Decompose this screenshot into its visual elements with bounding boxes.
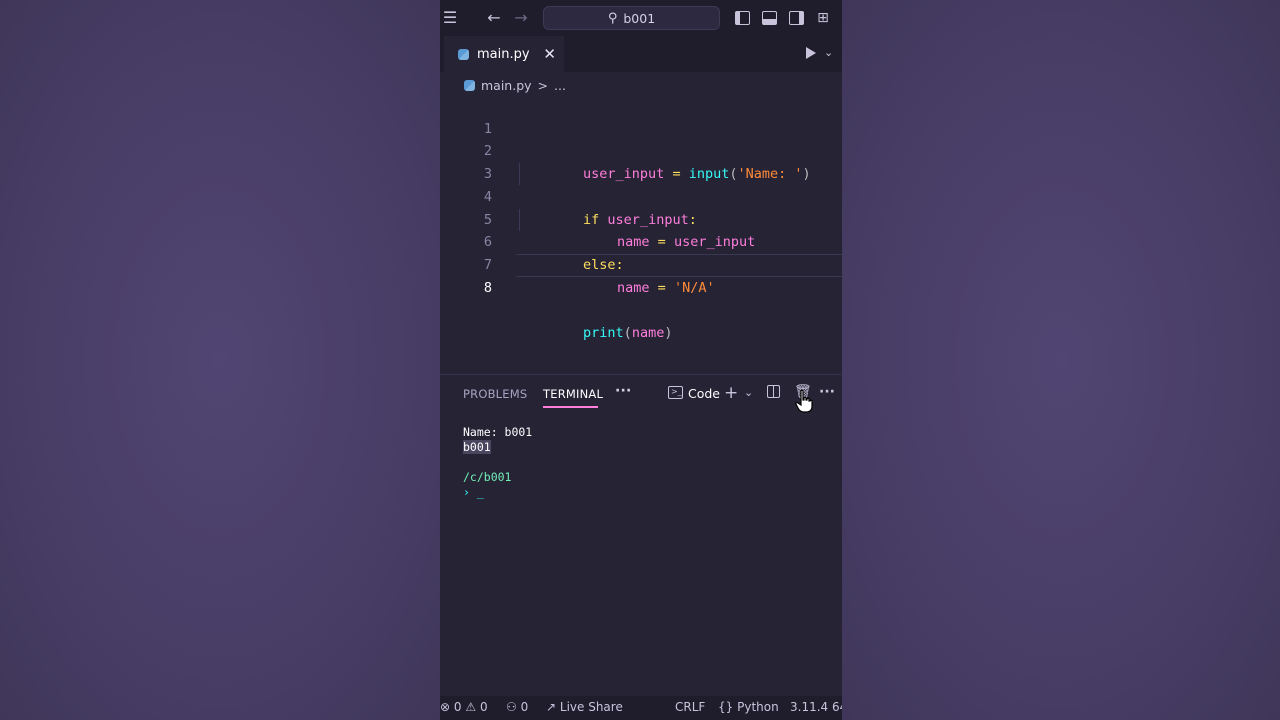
- terminal-cwd: /c/b001: [463, 470, 512, 484]
- breadcrumb-separator: >: [537, 77, 549, 93]
- hand-pointer-cursor: [795, 389, 813, 413]
- code-line[interactable]: 1 user_input = input('Name: '): [440, 95, 842, 182]
- token-function: print: [583, 325, 624, 341]
- code-line[interactable]: 2: [440, 118, 842, 159]
- warning-count: 0: [479, 700, 488, 714]
- breadcrumb: main.py > ...: [464, 76, 566, 94]
- vscode-window: ☰ ← → ⚲ b001 ⊞ main.py ✕ ⌄ main.py > ...…: [440, 0, 842, 720]
- token-variable: name: [617, 279, 650, 296]
- terminal-line-selected: b001: [463, 440, 491, 454]
- code-line[interactable]: 7: [440, 231, 842, 273]
- chevron-down-icon[interactable]: ⌄: [824, 46, 833, 59]
- close-tab-icon[interactable]: ✕: [543, 45, 556, 63]
- forward-arrow-icon[interactable]: →: [511, 8, 531, 28]
- terminal-output[interactable]: Name: b001 b001 /c/b001 › _: [463, 425, 532, 500]
- python-file-icon: [464, 79, 475, 91]
- python-file-icon: [458, 48, 469, 60]
- token-string: 'N/A': [673, 279, 715, 296]
- line-number: 8: [483, 279, 492, 296]
- more-views-icon[interactable]: ···: [615, 383, 632, 399]
- breadcrumb-symbols[interactable]: ...: [554, 78, 566, 93]
- search-icon: ⚲: [607, 10, 618, 26]
- eol-status[interactable]: CRLF: [675, 700, 705, 714]
- terminal-name[interactable]: Code: [688, 386, 720, 401]
- more-actions-icon[interactable]: ···: [819, 384, 835, 400]
- code-line[interactable]: 8 print(name): [440, 254, 842, 341]
- interpreter-status[interactable]: 3.11.4 64-: [790, 700, 842, 714]
- tab-terminal[interactable]: TERMINAL: [543, 387, 603, 401]
- warning-icon: ⚠: [465, 700, 477, 714]
- tab-label: main.py: [477, 46, 530, 62]
- title-bar: ☰ ← → ⚲ b001 ⊞: [440, 0, 842, 36]
- run-icon[interactable]: [806, 47, 816, 59]
- terminal-prompt[interactable]: › _: [463, 485, 532, 500]
- terminal-shell-icon: >_: [668, 386, 683, 399]
- ports-status[interactable]: ⚇ 0: [506, 700, 528, 714]
- tab-main-py[interactable]: main.py ✕: [444, 36, 564, 72]
- back-arrow-icon[interactable]: ←: [484, 8, 504, 28]
- editor-tab-bar: main.py ✕: [440, 36, 842, 72]
- background-right: [842, 0, 1280, 720]
- language-label: Python: [737, 700, 779, 714]
- problems-status[interactable]: ⊗ 0 ⚠ 0: [440, 700, 488, 714]
- code-line[interactable]: 6 name = 'N/A': [440, 209, 842, 295]
- add-terminal-icon[interactable]: +: [724, 383, 738, 403]
- search-text: b001: [623, 10, 656, 26]
- ports-icon: ⚇: [506, 700, 517, 714]
- terminal-line: Name: b001: [463, 425, 533, 439]
- active-tab-indicator: [543, 406, 598, 408]
- customize-layout-icon[interactable]: ⊞: [813, 8, 833, 28]
- live-share-label: Live Share: [559, 700, 623, 714]
- token-punctuation: (: [623, 325, 632, 341]
- code-line[interactable]: 3 if user_input:: [440, 140, 842, 227]
- command-center-search[interactable]: ⚲ b001: [543, 6, 720, 30]
- menu-icon[interactable]: ☰: [440, 8, 460, 28]
- toggle-secondary-sidebar-icon[interactable]: [789, 11, 804, 25]
- error-count: 0: [453, 700, 462, 714]
- toggle-panel-icon[interactable]: [762, 11, 777, 25]
- status-bar: ⊗ 0 ⚠ 0 ⚇ 0 ↗ Live Share CRLF {} Python …: [440, 696, 842, 720]
- chevron-down-icon[interactable]: ⌄: [744, 386, 753, 399]
- breadcrumb-file[interactable]: main.py: [481, 78, 532, 93]
- background-left: [0, 0, 440, 720]
- token-variable: name: [631, 325, 665, 341]
- code-line[interactable]: 4 name = user_input: [440, 163, 842, 250]
- live-share-icon: ↗: [546, 700, 557, 714]
- split-terminal-icon[interactable]: [767, 385, 780, 398]
- token-operator: =: [649, 279, 674, 296]
- tab-problems[interactable]: PROBLEMS: [463, 387, 527, 401]
- live-share-status[interactable]: ↗ Live Share: [546, 700, 623, 714]
- braces-icon: {}: [718, 700, 734, 714]
- panel-tab-bar: PROBLEMS TERMINAL ···: [440, 375, 842, 411]
- toggle-primary-sidebar-icon[interactable]: [735, 11, 750, 25]
- token-punctuation: ): [664, 325, 673, 341]
- language-status[interactable]: {} Python: [718, 700, 779, 714]
- ports-count: 0: [520, 700, 529, 714]
- code-line[interactable]: 5 else:: [440, 186, 842, 273]
- error-icon: ⊗: [440, 700, 451, 714]
